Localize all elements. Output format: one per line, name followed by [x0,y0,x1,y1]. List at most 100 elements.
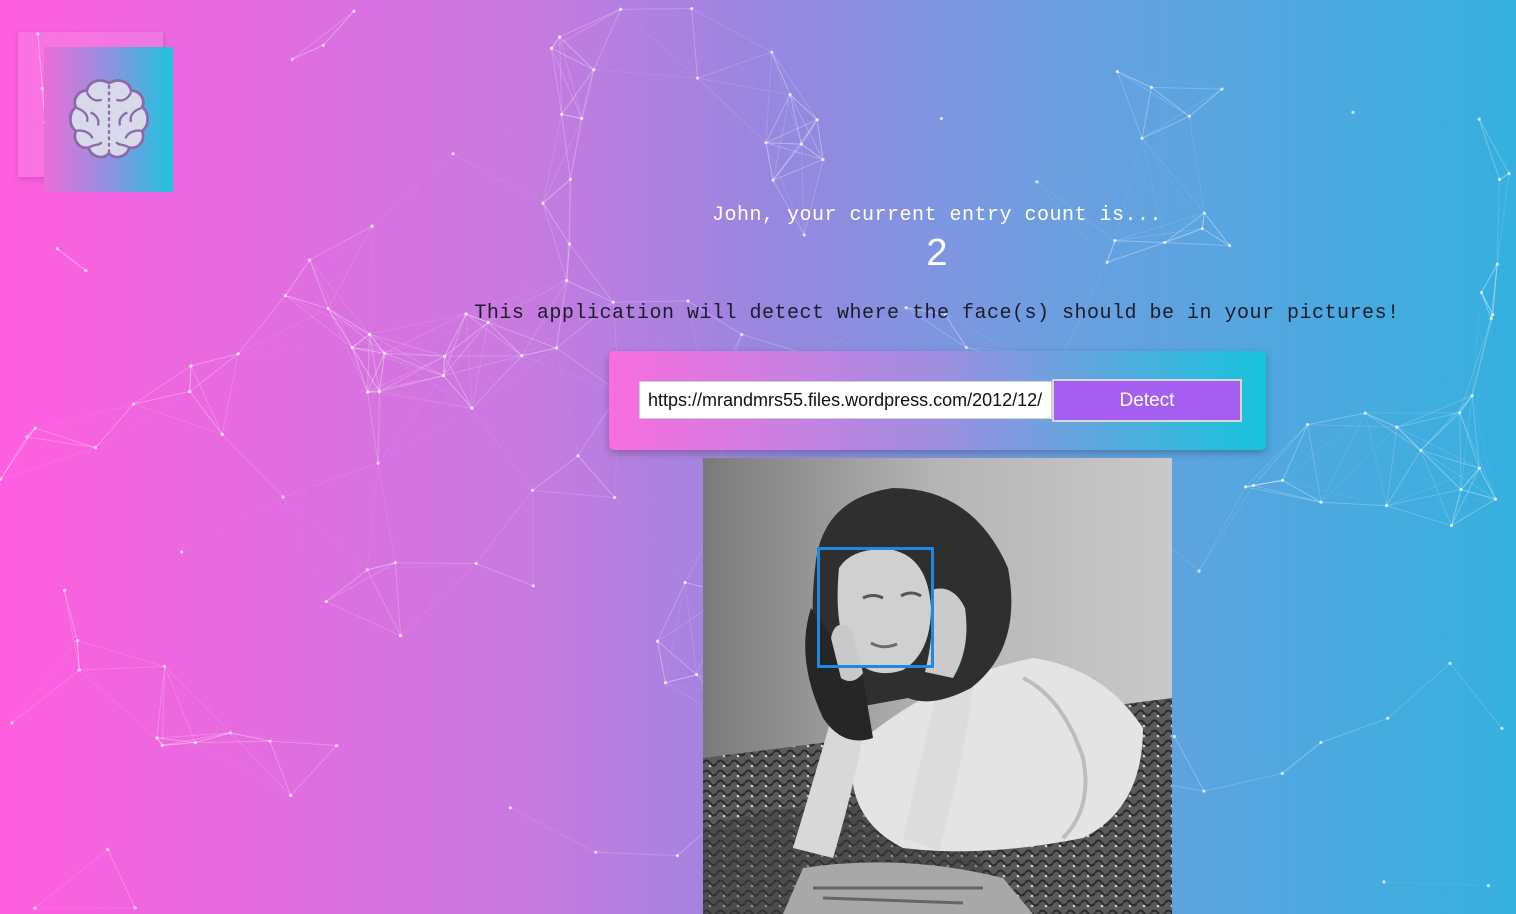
particle-link [1245,485,1254,488]
particle-link [1460,489,1496,500]
particle-link [1451,498,1496,527]
particle-link [190,353,239,367]
particle-node [25,435,29,439]
particle-node [695,673,699,677]
particle-link [1141,137,1205,214]
particle-link [1365,412,1398,428]
particle-link [0,447,96,480]
particle-link [63,590,80,671]
particle-link [11,640,78,724]
particle-node [283,293,288,298]
particle-node [1251,483,1255,488]
particle-node [939,116,944,121]
particle-link [323,10,355,46]
particle-node [520,354,524,358]
particle-link [620,8,692,10]
particle-link [189,365,192,392]
particle-link [443,348,556,376]
particle-link [765,119,818,144]
particle-link [471,322,489,409]
particle-link [1459,412,1480,469]
particle-link [79,669,158,739]
particle-link [1478,118,1500,180]
particle-node [0,477,3,482]
particle-link [1386,427,1398,506]
particle-link [384,352,473,409]
particle-link [195,740,270,744]
particle-link [789,94,818,121]
particle-link [1308,425,1421,451]
particle-link [765,52,773,143]
particle-link [352,347,444,377]
particle-link [1471,314,1494,396]
particle-link [1396,395,1473,428]
particle-link [1420,449,1462,490]
particle-link [1282,718,1388,773]
particle-link [326,569,368,602]
particle-node [1363,411,1367,415]
particle-link [772,159,824,181]
particle-node [1319,500,1323,504]
particle-link [384,321,489,354]
particle-node [1187,114,1191,118]
particle-link [1203,772,1283,792]
particle-link [351,347,368,393]
particle-link [26,403,134,438]
particle-link [697,77,767,144]
particle-link [691,8,699,79]
particle-link [582,9,621,118]
particle-link [269,740,292,796]
particle-node [690,7,694,11]
particle-link [765,142,774,181]
particle-link [1451,413,1459,526]
particle-link [1471,395,1497,500]
particle-link [352,348,378,464]
particle-link [1386,489,1462,507]
detect-button[interactable]: Detect [1052,379,1242,422]
particle-link [559,36,595,71]
particle-link [326,601,401,637]
particle-link [772,119,818,181]
particle-link [561,69,595,115]
particle-link [551,8,621,49]
particle-node [188,389,192,394]
particle-link [444,347,557,357]
particle-link [542,179,571,204]
particle-link [238,348,352,354]
particle-link [471,407,533,491]
particle-link [162,742,196,746]
particle-link [444,355,522,357]
particle-link [772,94,791,181]
particle-node [1486,884,1490,888]
particle-node [33,426,37,430]
particle-node [964,346,968,350]
particle-node [1479,290,1484,295]
particle-link [230,732,337,747]
particle-link [443,355,522,377]
particle-link [765,142,824,161]
particle-link [367,353,385,393]
particle-node [1351,110,1355,114]
particle-node [443,354,447,358]
particle-node [393,561,397,565]
particle-node [474,561,478,566]
particle-link [542,118,583,204]
particle-link [377,407,473,464]
particle-link [156,737,163,746]
image-url-input[interactable] [639,381,1052,419]
particle-node [531,584,535,588]
particle-node [365,568,369,572]
particle-link [377,375,444,464]
particle-link [1387,413,1460,506]
particle-link [1320,412,1366,503]
particle-node [163,664,167,668]
particle-link [1386,467,1480,507]
particle-link [1174,736,1282,773]
particle-link [1449,663,1503,729]
brain-icon [68,78,149,158]
particle-link [282,462,379,498]
particle-link [79,665,165,671]
particle-link [1451,468,1480,526]
particle-node [788,93,792,97]
particle-link [269,740,337,747]
